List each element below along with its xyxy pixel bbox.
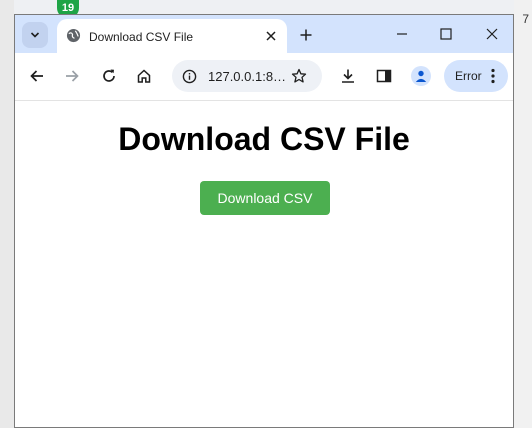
download-csv-button[interactable]: Download CSV: [200, 181, 330, 215]
star-icon: [291, 68, 307, 83]
background-right-window: 7: [514, 0, 532, 428]
forward-button[interactable]: [61, 65, 83, 87]
side-panel-icon: [376, 69, 392, 83]
home-button[interactable]: [133, 65, 155, 87]
reload-icon: [103, 69, 115, 82]
browser-toolbar: 127.0.0.1:8… Error: [15, 53, 513, 101]
tab-close-button[interactable]: [263, 28, 279, 44]
site-info-button[interactable]: [180, 67, 198, 85]
globe-icon: [66, 28, 81, 43]
tab-strip: Download CSV File: [15, 15, 513, 53]
kebab-menu-icon[interactable]: [488, 67, 498, 85]
bookmark-button[interactable]: [289, 66, 309, 86]
person-icon: [415, 70, 427, 82]
downloads-button[interactable]: [337, 65, 359, 87]
page-content: Download CSV File Download CSV: [15, 101, 513, 427]
maximize-button[interactable]: [433, 23, 459, 45]
page-title: Download CSV File: [118, 121, 410, 157]
url-text: 127.0.0.1:8…: [208, 69, 287, 84]
back-button[interactable]: [26, 65, 48, 87]
profile-error-button[interactable]: Error: [444, 60, 508, 92]
new-tab-button[interactable]: [295, 24, 317, 46]
profile-button[interactable]: [411, 66, 431, 86]
tab-active[interactable]: Download CSV File: [57, 19, 287, 53]
info-icon: [182, 69, 196, 83]
close-icon: [486, 28, 498, 40]
background-left-window: [0, 0, 14, 428]
arrow-left-icon: [30, 70, 43, 82]
chevron-down-icon: [30, 32, 40, 38]
kebab-dots: [491, 68, 495, 84]
tab-title: Download CSV File: [89, 30, 194, 44]
minimize-icon: [397, 33, 407, 35]
close-window-button[interactable]: [479, 23, 505, 45]
maximize-icon: [440, 28, 452, 40]
close-icon: [266, 31, 276, 41]
browser-window: Download CSV File 127.0.0.1:8… Error Dow…: [14, 14, 514, 428]
error-label: Error: [455, 69, 482, 83]
side-panel-button[interactable]: [373, 65, 395, 87]
address-bar[interactable]: 127.0.0.1:8…: [172, 60, 322, 92]
minimize-button[interactable]: [389, 23, 415, 45]
background-number: 7: [522, 12, 529, 26]
arrow-right-icon: [66, 70, 79, 82]
reload-button[interactable]: [98, 65, 120, 87]
home-icon: [137, 69, 151, 83]
tab-search-button[interactable]: [22, 22, 48, 48]
download-icon: [342, 69, 354, 83]
plus-icon: [300, 29, 312, 41]
